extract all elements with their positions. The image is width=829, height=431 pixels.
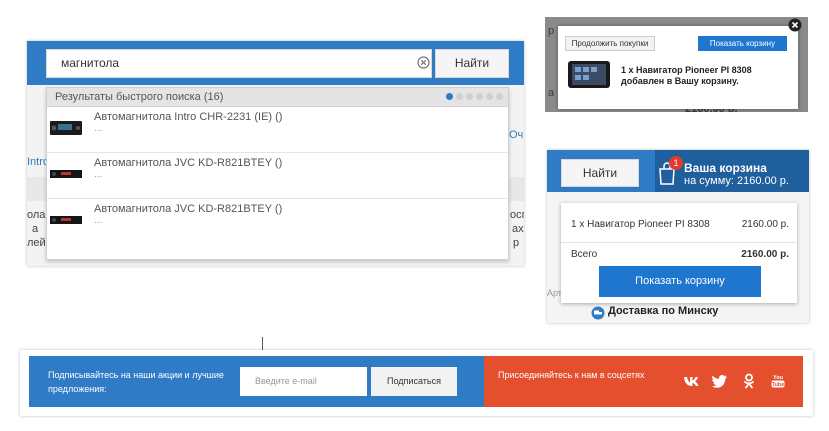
navigator-product-image [568, 61, 610, 88]
svg-text:You: You [773, 375, 783, 381]
cart-total-row: Всего 2160.00 р. [571, 249, 789, 260]
cart-count-badge: 1 [669, 156, 683, 170]
search-results-dropdown: Результаты быстрого поиска (16) Автомагн… [46, 87, 509, 260]
pagination-dot[interactable] [446, 93, 453, 100]
result-name: Автомагнитола Intro CHR-2231 (IE) () [94, 111, 283, 123]
result-details: ... [94, 169, 103, 180]
clear-search-icon[interactable] [417, 56, 430, 69]
pagination-dot[interactable] [496, 93, 503, 100]
car-stereo-thumbnail-icon [50, 121, 82, 135]
results-pagination [446, 93, 503, 100]
close-icon[interactable] [788, 18, 802, 32]
search-result-item[interactable]: Автомагнитола JVC KD-R821BTEY () ... [47, 199, 508, 245]
pagination-dot[interactable] [466, 93, 473, 100]
added-message-line: добавлен в Вашу корзину. [621, 76, 739, 86]
background-text-fragment: р [513, 237, 520, 249]
continue-shopping-button[interactable]: Продолжить покупки [565, 36, 655, 51]
cart-dropdown-screenshot: Найти 1 Ваша корзина на сумму: 2160.00 р… [547, 150, 809, 323]
background-link-fragment: Очи [509, 129, 524, 141]
cart-item-price: 2160.00 р. [741, 219, 789, 230]
added-message-line: 1 x Навигатор Pioneer PI 8308 [621, 65, 752, 75]
cart-total-label: Всего [571, 249, 598, 260]
added-message: 1 x Навигатор Pioneer PI 8308 добавлен в… [621, 65, 752, 87]
quick-search-panel: магнитола Найти Intro Очи ола а лей осп … [27, 41, 524, 266]
results-header: Результаты быстрого поиска (16) [47, 88, 508, 107]
footer-screenshot: Подписывайтесь на наши акции и лучшие пр… [20, 350, 813, 416]
search-result-item[interactable]: Автомагнитола Intro CHR-2231 (IE) () ... [47, 107, 508, 153]
car-stereo-thumbnail-icon [50, 216, 82, 224]
subscribe-block: Подписывайтесь на наши акции и лучшие пр… [29, 356, 491, 407]
email-field[interactable]: Введите e-mail [240, 367, 367, 396]
car-stereo-thumbnail-icon [50, 170, 82, 178]
subscribe-button[interactable]: Подписаться [371, 367, 457, 396]
search-button[interactable]: Найти [435, 49, 509, 78]
results-title: Результаты быстрого поиска (16) [55, 91, 224, 103]
delivery-link[interactable]: Доставка по Минску [608, 305, 718, 317]
added-to-cart-popup: Продолжить покупки Показать корзину 1 x … [558, 26, 798, 109]
search-input[interactable]: магнитола [46, 49, 432, 78]
background-text-fragment: осп [510, 209, 524, 221]
pagination-dot[interactable] [476, 93, 483, 100]
pagination-dot[interactable] [456, 93, 463, 100]
social-icons: You Tube [683, 373, 786, 389]
background-text-fragment: р [548, 25, 555, 37]
result-details: ... [94, 123, 103, 134]
cart-total-value: 2160.00 р. [741, 249, 789, 260]
background-text-fragment: ола [27, 209, 46, 221]
youtube-icon[interactable]: You Tube [770, 373, 786, 389]
background-text-fragment: а [548, 87, 555, 99]
twitter-icon[interactable] [712, 373, 728, 389]
background-text-fragment: лей [27, 237, 46, 249]
show-cart-button[interactable]: Показать корзину [599, 266, 761, 297]
cart-title: Ваша корзина [684, 161, 767, 175]
search-button[interactable]: Найти [561, 159, 639, 187]
show-cart-button[interactable]: Показать корзину [698, 36, 787, 51]
search-result-item[interactable]: Автомагнитола JVC KD-R821BTEY () ... [47, 153, 508, 199]
added-to-cart-screenshot: р а 2160.00 р. Продолжить покупки Показа… [545, 17, 808, 112]
result-name: Автомагнитола JVC KD-R821BTEY () [94, 157, 283, 169]
pagination-dot[interactable] [486, 93, 493, 100]
social-text: Присоединяйтесь к нам в соцсетях [498, 370, 645, 380]
subscribe-text: Подписывайтесь на наши акции и лучшие пр… [48, 370, 224, 394]
odnoklassniki-icon[interactable] [741, 373, 757, 389]
cart-dropdown: 1 x Навигатор Pioneer PI 8308 2160.00 р.… [561, 203, 797, 303]
delivery-icon [591, 306, 605, 320]
social-block: Присоединяйтесь к нам в соцсетях You Tub… [484, 356, 803, 407]
cart-item-name: 1 x Навигатор Pioneer PI 8308 [571, 219, 710, 230]
svg-text:Tube: Tube [772, 382, 785, 388]
cart-sum: на сумму: 2160.00 р. [684, 175, 789, 187]
vk-icon[interactable] [683, 373, 699, 389]
background-text-fragment: ах [512, 223, 524, 235]
result-name: Автомагнитола JVC KD-R821BTEY () [94, 203, 283, 215]
divider [561, 242, 797, 243]
result-details: ... [94, 215, 103, 226]
cart-item-row: 1 x Навигатор Pioneer PI 8308 2160.00 р. [571, 219, 789, 230]
background-text-fragment: а [32, 223, 39, 235]
